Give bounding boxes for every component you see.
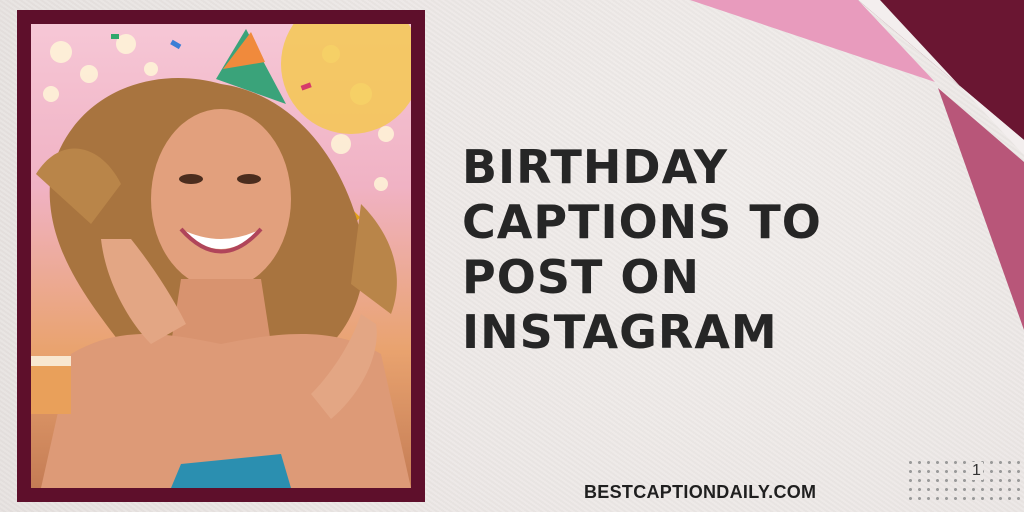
- headline-line-2: CAPTIONS TO: [462, 195, 822, 249]
- headline-line-3: POST ON: [462, 250, 700, 304]
- birthday-photo: [31, 24, 411, 488]
- website-url[interactable]: BESTCAPTIONDAILY.COM: [584, 482, 816, 503]
- headline: BIRTHDAY CAPTIONS TO POST ON INSTAGRAM: [462, 140, 882, 360]
- photo-frame: [17, 10, 425, 502]
- page-number: 1: [970, 462, 983, 480]
- headline-line-4: INSTAGRAM: [462, 305, 778, 359]
- dot-pattern: [906, 458, 1020, 504]
- headline-line-1: BIRTHDAY: [462, 140, 729, 194]
